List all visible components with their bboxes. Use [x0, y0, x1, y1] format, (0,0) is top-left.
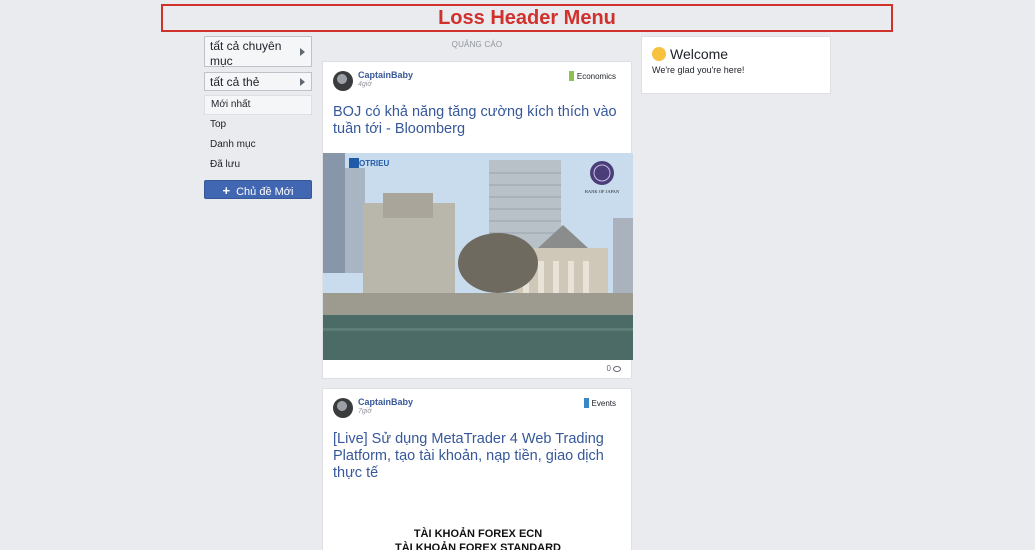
widget-text: We're glad you're here! [652, 65, 745, 75]
new-topic-button[interactable]: + Chủ đề Mới [204, 180, 312, 199]
widget-title-text: Welcome [670, 46, 729, 62]
category-label: Economics [576, 72, 616, 81]
post-header: CaptainBaby 7giờ Events [323, 389, 631, 429]
post-image[interactable]: OTRIEU BANK OF JAPAN [323, 153, 633, 360]
post-card: CaptainBaby 7giờ Events [Live] Sử dụng M… [322, 388, 632, 550]
caret-right-icon [300, 47, 305, 56]
plus-icon: + [222, 183, 231, 198]
category-swatch [583, 398, 589, 408]
category-badge[interactable]: Economics [568, 71, 616, 81]
avatar[interactable] [333, 71, 353, 91]
nav-bookmarks[interactable]: Đã lưu [204, 155, 312, 175]
comment-count[interactable]: 0 [607, 364, 621, 373]
sidebar: tất cả chuyên mục tất cả thẻ Mới nhất To… [204, 36, 312, 199]
comment-icon [613, 366, 621, 372]
promo-line-1: TÀI KHOẢN FOREX ECN [413, 528, 543, 540]
post-title[interactable]: BOJ có khả năng tăng cường kích thích và… [333, 104, 619, 138]
sidebar-nav: Mới nhất Top Danh mục Đã lưu [204, 95, 312, 175]
tags-dropdown[interactable]: tất cả thẻ [204, 72, 312, 91]
avatar[interactable] [333, 398, 353, 418]
promo-image-text[interactable]: TÀI KHOẢN FOREX ECN TÀI KHOẢN FOREX STAN… [323, 527, 633, 550]
smile-emoji-icon [652, 47, 666, 61]
category-label: Events [591, 399, 616, 408]
header-title: Loss Header Menu [438, 7, 616, 29]
nav-categories[interactable]: Danh mục [204, 135, 312, 155]
new-topic-label: Chủ đề Mới [236, 186, 294, 198]
post-time: 7giờ [358, 408, 372, 415]
bank-of-japan-photo: OTRIEU BANK OF JAPAN [323, 153, 633, 360]
post-time: 4giờ [358, 81, 372, 88]
header-menu[interactable]: Loss Header Menu [161, 4, 893, 32]
post-header: CaptainBaby 4giờ Economics [323, 62, 631, 102]
nav-top[interactable]: Top [204, 115, 312, 135]
post-card: CaptainBaby 4giờ Economics BOJ có khả nă… [322, 61, 633, 379]
post-author[interactable]: CaptainBaby [358, 397, 413, 407]
welcome-widget: Welcome We're glad you're here! [641, 36, 831, 94]
promo-line-2: TÀI KHOẢN FOREX STANDARD [394, 542, 561, 550]
categories-dropdown-label: tất cả chuyên mục [210, 39, 282, 68]
category-swatch [568, 71, 574, 81]
widget-title: Welcome [652, 45, 820, 63]
post-title[interactable]: [Live] Sử dụng MetaTrader 4 Web Trading … [333, 431, 619, 482]
tags-dropdown-label: tất cả thẻ [210, 75, 260, 89]
comment-count-value: 0 [606, 364, 611, 373]
category-badge[interactable]: Events [583, 398, 616, 408]
categories-dropdown[interactable]: tất cả chuyên mục [204, 36, 312, 68]
ad-label: QUẢNG CÁO [451, 40, 503, 49]
post-author[interactable]: CaptainBaby [358, 70, 413, 80]
page: Loss Header Menu tất cả chuyên mục tất c… [0, 0, 1035, 550]
svg-text:BANK OF JAPAN: BANK OF JAPAN [585, 189, 620, 194]
nav-latest[interactable]: Mới nhất [204, 95, 312, 115]
svg-text:OTRIEU: OTRIEU [359, 159, 389, 168]
caret-right-icon [300, 77, 305, 86]
